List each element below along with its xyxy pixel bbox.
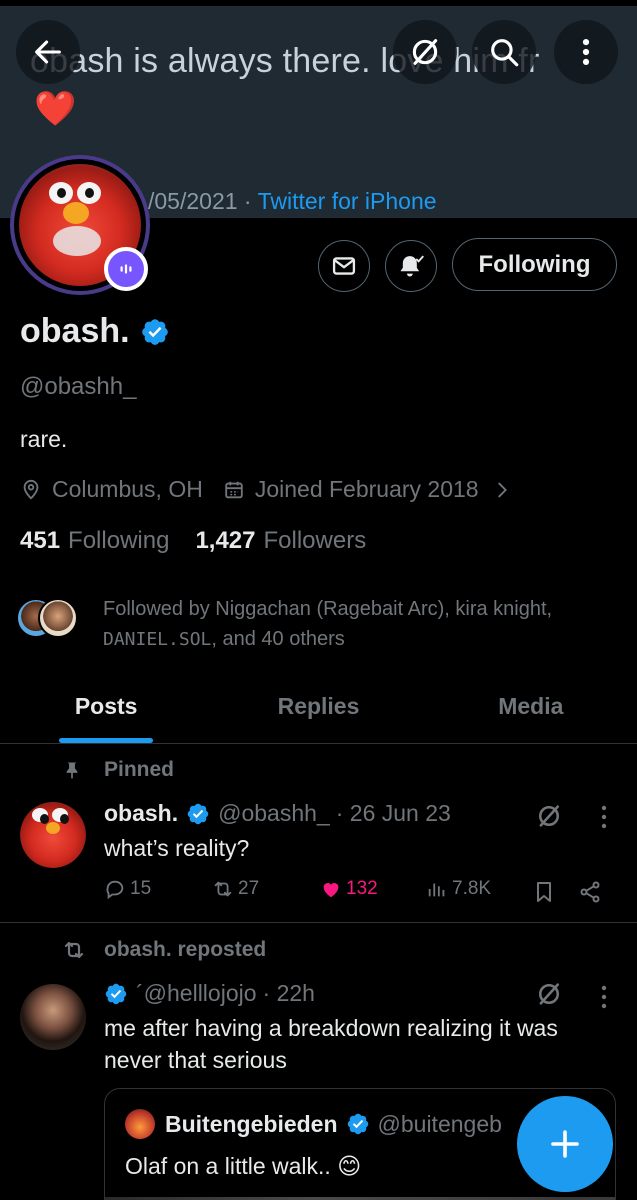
grok-button[interactable] — [393, 20, 457, 84]
profile-tabs: Posts Replies Media — [0, 670, 637, 744]
heart-emoji: ❤️ — [34, 90, 77, 128]
followers-count-link[interactable]: 1,427 Followers — [195, 527, 366, 555]
followers-count: 1,427 — [195, 527, 256, 554]
repost-indicator[interactable]: obash. reposted — [62, 938, 266, 962]
followed-by-text[interactable]: Followed by Niggachan (Ragebait Arc), ki… — [103, 594, 613, 655]
tab-posts[interactable]: Posts — [0, 670, 212, 743]
more-options-button[interactable] — [554, 20, 618, 84]
views-bar-chart-icon — [428, 883, 445, 897]
post-actions: 15 27 132 7.8K — [104, 878, 616, 908]
more-vertical-icon — [582, 38, 590, 66]
followed-by-prefix: Followed by Niggachan (Ragebait Arc), ki… — [103, 598, 553, 620]
banner-source: Twitter for iPhone — [257, 188, 437, 214]
profile-handle: @obashh_ — [20, 373, 137, 400]
spaces-mic-icon — [120, 264, 132, 274]
repost-icon — [214, 881, 232, 897]
more-vertical-icon[interactable] — [600, 984, 608, 1010]
following-count-link[interactable]: 451 Following — [20, 527, 169, 555]
followed-by-avatars[interactable] — [16, 598, 80, 642]
search-button[interactable] — [472, 20, 536, 84]
followed-by-suffix: , and 40 others — [211, 628, 345, 650]
banner-tweet-meta: /05/2021 · Twitter for iPhone — [148, 188, 437, 215]
plus-icon — [551, 1130, 579, 1158]
grok-icon[interactable] — [535, 802, 563, 830]
post-header: ´@helllojojo · 22h — [104, 980, 315, 1007]
notifications-button[interactable] — [385, 240, 437, 292]
followed-by-mono-name: DANIEL.SOL — [103, 629, 212, 650]
repost-icon — [64, 941, 84, 959]
like-button[interactable]: 132 — [320, 878, 378, 900]
verified-badge-icon[interactable] — [140, 317, 170, 347]
spaces-badge[interactable] — [104, 247, 148, 291]
heart-filled-icon — [323, 883, 339, 898]
following-button[interactable]: Following — [452, 238, 617, 291]
pin-icon — [66, 762, 78, 779]
bookmark-icon[interactable] — [532, 880, 556, 904]
status-strip — [0, 0, 637, 6]
profile-meta: Columbus, OH Joined February 2018 — [20, 476, 533, 503]
repost-count: 27 — [238, 878, 260, 899]
quoted-author-handle: @buitengeb — [377, 1110, 502, 1137]
quoted-author-avatar — [125, 1109, 155, 1139]
post-author-name[interactable]: obash. — [104, 800, 178, 827]
share-icon[interactable] — [578, 880, 602, 904]
display-name-text: obash. — [20, 312, 130, 350]
quoted-post-header: Buitengebieden @buitengeb — [125, 1109, 502, 1139]
profile-display-name: obash. — [20, 312, 170, 351]
views-button[interactable]: 7.8K — [426, 878, 491, 900]
post-timestamp[interactable]: · 22h — [263, 980, 315, 1007]
reply-icon — [106, 880, 124, 900]
message-button[interactable] — [318, 240, 370, 292]
meta-separator: · — [243, 188, 252, 214]
follower-avatar — [38, 598, 78, 638]
join-date-text: Joined February 2018 — [254, 476, 479, 502]
reply-count: 15 — [130, 878, 152, 899]
followers-label: Followers — [263, 527, 367, 554]
back-arrow-icon — [35, 40, 61, 64]
following-count: 451 — [20, 527, 61, 554]
post-text: me after having a breakdown realizing it… — [104, 1015, 558, 1073]
profile-bio: rare. — [20, 426, 68, 452]
post-author-avatar[interactable] — [20, 802, 86, 868]
post-author-handle[interactable]: ´@helllojojo — [136, 980, 257, 1007]
post-divider — [0, 922, 637, 923]
post-text: what’s reality? — [104, 835, 250, 861]
location: Columbus, OH — [20, 476, 203, 503]
pinned-indicator: Pinned — [62, 758, 174, 782]
reply-button[interactable]: 15 — [104, 878, 151, 900]
tab-replies[interactable]: Replies — [212, 670, 424, 743]
follow-stats: 451 Following 1,427 Followers — [20, 527, 366, 555]
repost-button[interactable]: 27 — [212, 878, 259, 900]
compose-post-button[interactable] — [517, 1096, 613, 1192]
more-vertical-icon[interactable] — [600, 804, 608, 830]
reposted-by-label: obash. reposted — [104, 938, 267, 961]
view-count: 7.8K — [452, 878, 492, 899]
post-author-avatar[interactable] — [20, 984, 86, 1050]
quoted-post-text: Olaf on a little walk.. 😊 — [125, 1153, 362, 1179]
banner-date: /05/2021 — [148, 188, 238, 214]
location-text: Columbus, OH — [52, 476, 203, 502]
post-timestamp[interactable]: · 26 Jun 23 — [336, 800, 451, 827]
verified-badge-icon — [105, 983, 127, 1004]
grok-icon[interactable] — [535, 980, 563, 1008]
search-icon — [491, 39, 519, 67]
envelope-icon — [332, 257, 356, 275]
post-author-handle: @obashh_ — [218, 800, 330, 826]
following-label: Following — [68, 527, 170, 554]
post-header: obash. @obashh_ · 26 Jun 23 — [104, 800, 451, 827]
verified-badge-icon — [347, 1113, 368, 1135]
pinned-label: Pinned — [104, 758, 175, 781]
like-count: 132 — [346, 878, 378, 899]
calendar-icon — [225, 481, 243, 498]
quoted-author-name: Buitengebieden — [165, 1110, 338, 1137]
banner-tweet-text: obash is always there. love him fr — [30, 42, 540, 80]
location-pin-icon — [23, 479, 39, 500]
grok-icon — [412, 39, 438, 65]
back-button[interactable] — [16, 20, 80, 84]
verified-badge-icon — [187, 803, 209, 824]
chevron-right-icon — [497, 482, 507, 497]
tab-media[interactable]: Media — [425, 670, 637, 743]
join-date[interactable]: Joined February 2018 — [223, 476, 513, 503]
bell-check-icon — [400, 255, 424, 277]
